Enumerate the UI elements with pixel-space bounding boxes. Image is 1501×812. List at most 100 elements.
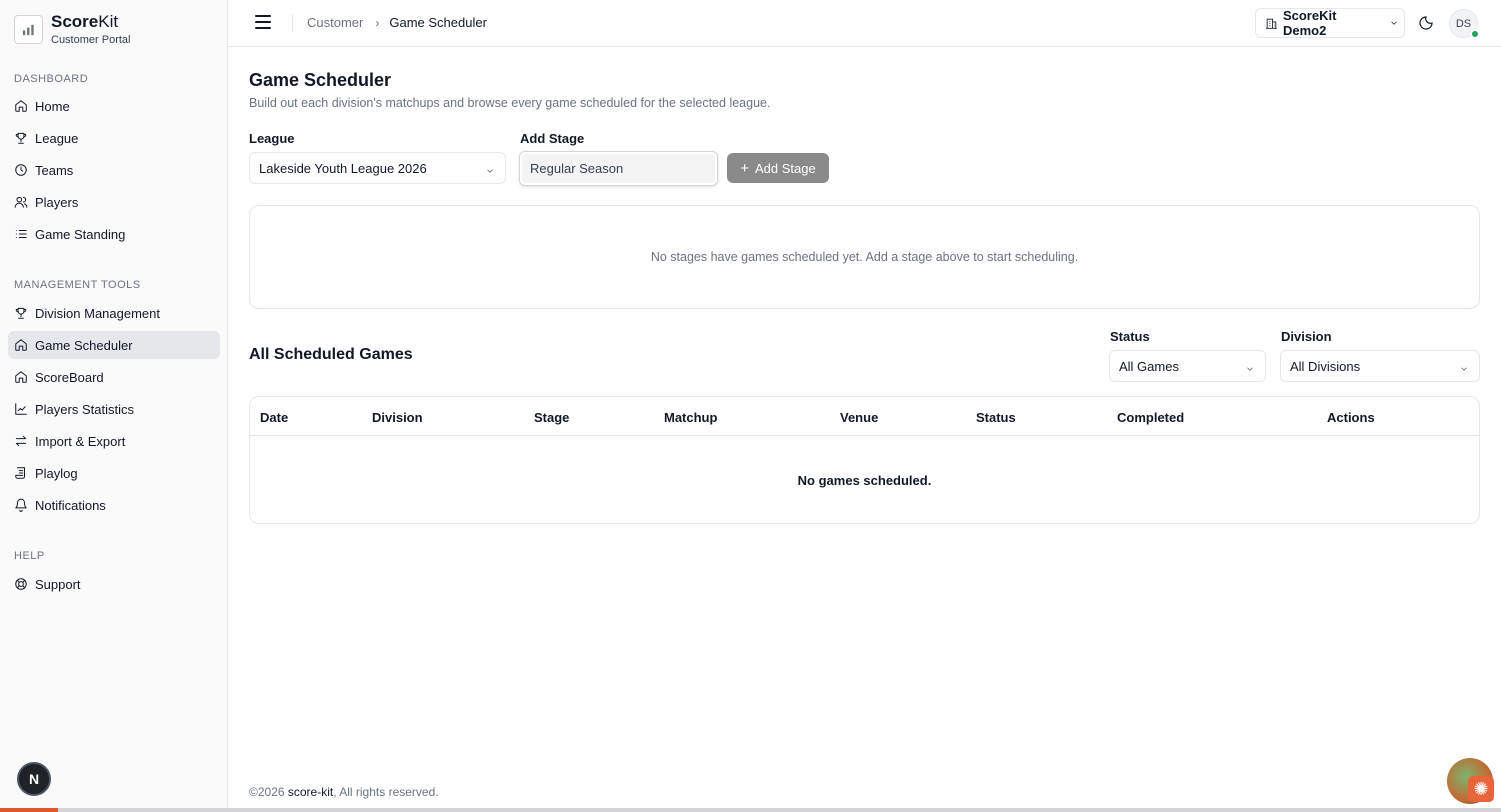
sidebar-item-game-scheduler[interactable]: Game Scheduler (8, 331, 220, 359)
footer: ©2026 score-kit, All rights reserved. (249, 785, 439, 799)
breadcrumb-current: Game Scheduler (389, 15, 487, 30)
brand-logo-icon (14, 15, 43, 44)
column-header-completed: Completed (1117, 410, 1185, 425)
scheduled-games-table: Date Division Stage Matchup Venue Status… (249, 396, 1480, 524)
org-switcher[interactable]: ScoreKit Demo2 (1255, 8, 1405, 38)
stages-empty-state: No stages have games scheduled yet. Add … (249, 205, 1480, 309)
sidebar-item-label: Teams (35, 162, 74, 178)
sidebar: ScoreKit Customer Portal DASHBOARD Home … (0, 0, 228, 812)
chevron-down-icon (485, 164, 495, 174)
nav-section-dashboard: DASHBOARD Home League Teams Players Game… (0, 71, 228, 248)
footer-prefix: ©2026 (249, 785, 288, 799)
column-header-stage: Stage (534, 410, 570, 425)
building-icon (1266, 18, 1277, 29)
bell-icon (14, 498, 28, 512)
empty-stages-text: No stages have games scheduled yet. Add … (650, 250, 1079, 264)
theme-toggle-icon[interactable] (1418, 15, 1434, 31)
scroll-icon (14, 466, 28, 480)
sidebar-item-label: League (35, 130, 79, 146)
scheduled-games-heading: All Scheduled Games (249, 346, 413, 363)
avatar-initials: DS (1455, 17, 1472, 30)
nav-section-help: HELP Support (0, 548, 228, 598)
online-status-dot (1471, 30, 1479, 38)
sidebar-item-label: Players Statistics (35, 401, 134, 417)
column-header-venue: Venue (840, 410, 879, 425)
sidebar-item-players-statistics[interactable]: Players Statistics (8, 395, 220, 423)
top-header: Customer › Game Scheduler ScoreKit Demo2… (228, 0, 1501, 47)
stage-name-input[interactable] (522, 154, 715, 183)
status-filter-value: All Games (1119, 358, 1179, 374)
table-empty-row: No games scheduled. (250, 437, 1479, 523)
sidebar-item-label: Players (35, 194, 79, 210)
sidebar-item-label: Home (35, 98, 70, 114)
sidebar-item-import-export[interactable]: Import & Export (8, 427, 220, 455)
sidebar-item-teams[interactable]: Teams (8, 156, 220, 184)
teams-icon (14, 163, 28, 177)
assistant-launcher-icon[interactable]: ✺ (1447, 758, 1494, 804)
trophy-icon (14, 306, 28, 320)
division-filter-value: All Divisions (1290, 358, 1361, 374)
column-header-status: Status (976, 410, 1016, 425)
brand[interactable]: ScoreKit Customer Portal (14, 12, 130, 47)
org-name: ScoreKit Demo2 (1282, 8, 1337, 38)
chevron-down-icon (1245, 362, 1255, 372)
league-select-value: Lakeside Youth League 2026 (259, 160, 427, 176)
home-icon (14, 370, 28, 384)
sidebar-item-label: Support (35, 576, 81, 592)
brand-subtitle: Customer Portal (51, 34, 131, 46)
sidebar-item-players[interactable]: Players (8, 188, 220, 216)
page-title: Game Scheduler (249, 70, 392, 90)
menu-toggle-icon[interactable] (255, 15, 271, 29)
nav-section-management: MANAGEMENT TOOLS Division Management Gam… (0, 277, 228, 519)
section-title: MANAGEMENT TOOLS (14, 279, 141, 291)
chevron-down-icon (1459, 362, 1469, 372)
footer-brand-link[interactable]: score-kit (288, 785, 333, 799)
sidebar-item-home[interactable]: Home (8, 92, 220, 120)
sidebar-item-notifications[interactable]: Notifications (8, 491, 220, 519)
add-stage-button[interactable]: + Add Stage (727, 153, 829, 183)
status-filter-select[interactable]: All Games (1109, 350, 1266, 382)
add-stage-button-label: Add Stage (755, 160, 816, 176)
column-header-date: Date (260, 410, 289, 425)
column-header-actions: Actions (1327, 410, 1375, 425)
sidebar-item-label: ScoreBoard (35, 369, 104, 385)
plus-icon: + (740, 159, 750, 177)
league-select[interactable]: Lakeside Youth League 2026 (249, 152, 506, 184)
home-icon (14, 99, 28, 113)
brand-name: ScoreKit (51, 12, 119, 31)
breadcrumb-customer[interactable]: Customer (307, 15, 363, 30)
user-avatar[interactable]: DS (1449, 9, 1479, 38)
sidebar-item-game-standing[interactable]: Game Standing (8, 220, 220, 248)
footer-suffix: , All rights reserved. (333, 785, 439, 799)
column-header-matchup: Matchup (664, 410, 718, 425)
next-dev-button[interactable]: N (17, 762, 51, 796)
sidebar-item-division-management[interactable]: Division Management (8, 299, 220, 327)
empty-table-text: No games scheduled. (797, 472, 932, 488)
list-icon (14, 227, 28, 241)
chart-icon (14, 402, 28, 416)
users-icon (14, 195, 28, 209)
status-filter-label: Status (1110, 329, 1150, 344)
sidebar-item-support[interactable]: Support (8, 570, 220, 598)
sidebar-item-scoreboard[interactable]: ScoreBoard (8, 363, 220, 391)
league-label: League (249, 131, 295, 146)
sidebar-item-label: Notifications (35, 497, 106, 513)
sidebar-item-league[interactable]: League (8, 124, 220, 152)
sparkle-icon: ✺ (1468, 776, 1494, 802)
breadcrumb: Customer › Game Scheduler (307, 15, 487, 30)
section-title: HELP (14, 550, 45, 562)
transfer-icon (14, 434, 28, 448)
sidebar-item-label: Import & Export (35, 433, 126, 449)
sidebar-item-label: Playlog (35, 465, 78, 481)
sidebar-item-label: Division Management (35, 305, 161, 321)
division-filter-select[interactable]: All Divisions (1280, 350, 1480, 382)
column-header-division: Division (372, 410, 423, 425)
trophy-icon (14, 131, 28, 145)
page-description: Build out each division's matchups and b… (249, 96, 771, 110)
divider (292, 14, 293, 32)
section-title: DASHBOARD (14, 73, 89, 85)
chevron-right-icon: › (375, 15, 380, 30)
sidebar-item-label: Game Standing (35, 226, 126, 242)
sidebar-item-playlog[interactable]: Playlog (8, 459, 220, 487)
bottom-progress-bar (0, 808, 1501, 812)
